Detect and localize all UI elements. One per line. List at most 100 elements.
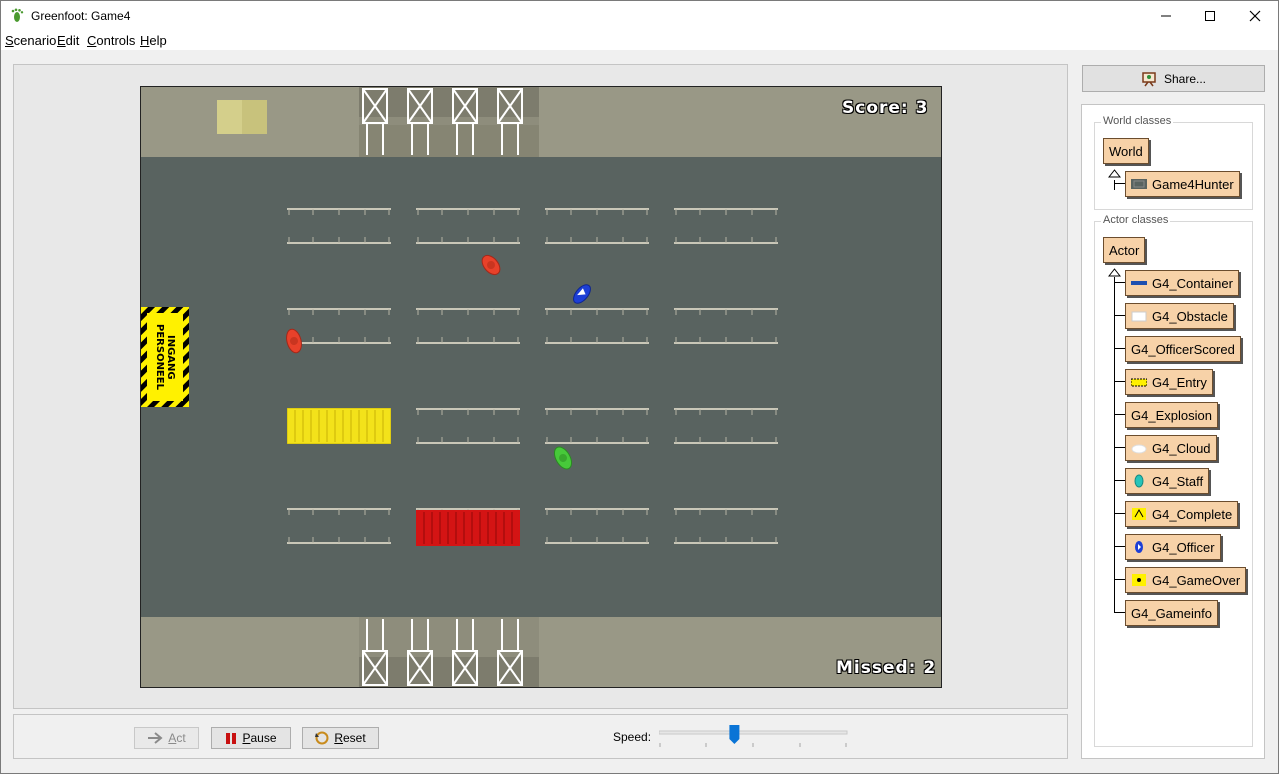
window-title: Greenfoot: Game4 xyxy=(31,9,131,23)
menu-scenario[interactable]: Scenario xyxy=(5,33,56,48)
class-g4-obstacle[interactable]: G4_Obstacle xyxy=(1125,303,1234,329)
share-button[interactable]: Share... xyxy=(1082,65,1265,92)
speed-slider[interactable] xyxy=(659,721,849,751)
class-label: G4_Explosion xyxy=(1131,407,1212,423)
share-label: Share... xyxy=(1163,71,1207,86)
container-slot xyxy=(416,208,520,244)
score-text: Score: 3 xyxy=(842,98,929,118)
class-g4-explosion[interactable]: G4_Explosion xyxy=(1125,402,1218,428)
bottom-quay xyxy=(141,617,941,687)
crane-top xyxy=(359,87,539,157)
speed-slider-thumb[interactable] xyxy=(729,725,740,744)
container-slot xyxy=(545,508,649,544)
menu-controls[interactable]: Controls xyxy=(87,33,135,48)
class-label: G4_OfficerScored xyxy=(1131,341,1235,357)
class-label: G4_Gameinfo xyxy=(1131,605,1212,621)
reset-button[interactable]: Reset xyxy=(302,727,379,749)
inherit-arrow-icon xyxy=(1108,169,1121,178)
close-icon xyxy=(1249,10,1261,21)
class-g4-cloud[interactable]: G4_Cloud xyxy=(1125,435,1217,461)
red-container xyxy=(416,510,520,546)
reset-label: Reset xyxy=(334,731,366,745)
class-g4-officer[interactable]: G4_Officer xyxy=(1125,534,1221,560)
entry-class-icon xyxy=(1131,378,1147,387)
missed-text: Missed: 2 xyxy=(836,658,937,678)
minimize-button[interactable] xyxy=(1143,1,1189,30)
container-class-icon xyxy=(1131,281,1147,285)
tree-connector xyxy=(1114,315,1125,316)
tree-connector xyxy=(1114,277,1115,612)
class-world[interactable]: World xyxy=(1103,138,1149,164)
tree-connector xyxy=(1114,546,1125,547)
container-slot xyxy=(674,508,778,544)
container-slot xyxy=(287,208,391,244)
class-label: G4_Complete xyxy=(1152,506,1233,522)
world-classes-title: World classes xyxy=(1101,115,1174,127)
staff-red-1[interactable] xyxy=(477,251,505,279)
pallet-obstacle xyxy=(217,100,267,134)
tree-connector xyxy=(1114,180,1115,190)
container-slot xyxy=(545,408,649,444)
container-slot xyxy=(674,308,778,344)
class-browser: World classes Actor classes World Game4Hu… xyxy=(1081,104,1265,759)
staff-green[interactable] xyxy=(549,442,577,474)
tree-connector xyxy=(1114,381,1125,382)
staff-red-2[interactable] xyxy=(281,326,307,356)
entry-sign-text: INGANG PERSONEEL xyxy=(154,324,176,390)
class-g4-gameinfo[interactable]: G4_Gameinfo xyxy=(1125,600,1218,626)
pause-button[interactable]: Pause xyxy=(211,727,291,749)
class-label: G4_GameOver xyxy=(1152,572,1241,588)
container-slot xyxy=(545,208,649,244)
complete-class-icon xyxy=(1132,508,1146,520)
class-actor[interactable]: Actor xyxy=(1103,237,1146,263)
menu-edit[interactable]: Edit xyxy=(57,33,79,48)
share-easel-icon xyxy=(1142,71,1156,86)
maximize-button[interactable] xyxy=(1187,1,1233,30)
maximize-icon xyxy=(1205,10,1215,21)
class-game4hunter[interactable]: Game4Hunter xyxy=(1125,171,1240,197)
class-g4-staff[interactable]: G4_Staff xyxy=(1125,468,1210,494)
tree-connector xyxy=(1114,612,1125,613)
officer-class-icon xyxy=(1135,541,1143,553)
class-label: G4_Obstacle xyxy=(1152,308,1228,324)
container-slot xyxy=(674,208,778,244)
menu-bar: Scenario Edit Controls Help xyxy=(1,30,1278,50)
gameover-class-icon xyxy=(1132,574,1146,586)
officer-blue[interactable] xyxy=(567,280,597,308)
class-g4-gameover[interactable]: G4_GameOver xyxy=(1125,567,1247,593)
game-world[interactable]: Score: 3 Missed: 2 INGANG PERSONEEL xyxy=(140,86,942,688)
act-arrow-icon xyxy=(148,732,163,744)
class-g4-container[interactable]: G4_Container xyxy=(1125,270,1239,296)
crane-bottom xyxy=(359,617,539,687)
speed-label: Speed: xyxy=(613,730,652,744)
act-button[interactable]: Act xyxy=(134,727,199,749)
act-label: Act xyxy=(168,731,186,745)
container-slot xyxy=(416,408,520,444)
greenfoot-footprint-icon xyxy=(11,8,24,22)
container-slot xyxy=(287,508,391,544)
container-slot xyxy=(545,308,649,344)
title-bar: Greenfoot: Game4 xyxy=(1,1,1278,30)
close-button[interactable] xyxy=(1232,1,1278,30)
tree-connector xyxy=(1114,348,1125,349)
menu-help[interactable]: Help xyxy=(140,33,167,48)
pause-label: Pause xyxy=(242,731,277,745)
staff-class-icon xyxy=(1134,474,1144,488)
class-world-label: World xyxy=(1109,143,1143,159)
actor-classes-title: Actor classes xyxy=(1101,214,1171,226)
tree-connector xyxy=(1114,513,1125,514)
class-label: G4_Staff xyxy=(1152,473,1204,489)
obstacle-class-icon xyxy=(1131,311,1147,322)
class-g4-complete[interactable]: G4_Complete xyxy=(1125,501,1239,527)
class-actor-label: Actor xyxy=(1109,242,1140,258)
entry-sign-panel: INGANG PERSONEEL xyxy=(147,313,183,401)
world-class-icon xyxy=(1131,179,1147,189)
class-g4-entry[interactable]: G4_Entry xyxy=(1125,369,1213,395)
tree-connector xyxy=(1114,183,1125,184)
class-g4-officerscored[interactable]: G4_OfficerScored xyxy=(1125,336,1241,362)
pause-icon xyxy=(226,732,237,744)
tree-connector xyxy=(1114,480,1125,481)
staff-entry-sign: INGANG PERSONEEL xyxy=(141,307,189,407)
tree-connector xyxy=(1114,414,1125,415)
class-game4hunter-label: Game4Hunter xyxy=(1152,176,1234,192)
